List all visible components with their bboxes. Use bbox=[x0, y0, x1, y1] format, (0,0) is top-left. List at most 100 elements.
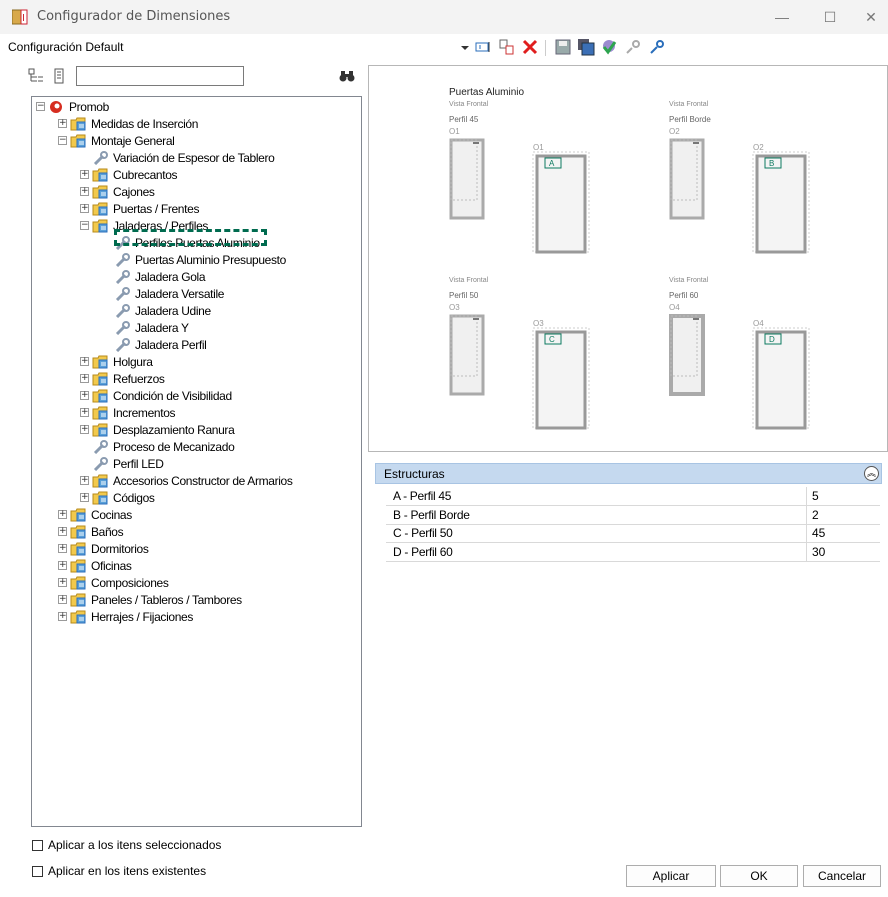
expand-icon[interactable]: + bbox=[58, 561, 67, 570]
apply-button[interactable]: Aplicar bbox=[626, 865, 716, 887]
property-value[interactable]: 2 bbox=[812, 508, 819, 522]
find-binoculars-icon[interactable] bbox=[339, 68, 355, 84]
ok-button[interactable]: OK bbox=[720, 865, 798, 887]
expand-icon[interactable]: + bbox=[58, 544, 67, 553]
tree-item[interactable]: + Incrementos bbox=[80, 404, 176, 421]
connect-icon[interactable] bbox=[648, 38, 666, 56]
disconnect-icon[interactable] bbox=[624, 38, 642, 56]
door-code: O2 bbox=[669, 127, 680, 136]
tree-item[interactable]: + Desplazamiento Ranura bbox=[80, 421, 235, 438]
expand-icon[interactable]: + bbox=[58, 527, 67, 536]
tree-item[interactable]: Jaladera Versatile bbox=[102, 285, 224, 302]
collapse-icon[interactable]: − bbox=[36, 102, 45, 111]
tree-item[interactable]: + Oficinas bbox=[58, 557, 132, 574]
tree-item[interactable]: Jaladera Gola bbox=[102, 268, 206, 285]
tree-item-label: Incrementos bbox=[113, 405, 176, 420]
tree-item[interactable]: Jaladera Perfil bbox=[102, 336, 207, 353]
cancel-button[interactable]: Cancelar bbox=[803, 865, 881, 887]
save-icon[interactable] bbox=[554, 38, 572, 56]
close-window-button[interactable]: ✕ bbox=[856, 6, 886, 28]
expand-icon[interactable]: + bbox=[80, 476, 89, 485]
tree-item[interactable]: + Refuerzos bbox=[80, 370, 165, 387]
tree-item-label: Proceso de Mecanizado bbox=[113, 439, 235, 454]
tree-item[interactable]: − Promob bbox=[36, 98, 109, 115]
folder-icon bbox=[92, 423, 109, 437]
expand-icon[interactable]: + bbox=[58, 595, 67, 604]
expand-icon[interactable]: + bbox=[80, 374, 89, 383]
collapse-icon[interactable]: − bbox=[80, 221, 89, 230]
tree-item[interactable]: + Baños bbox=[58, 523, 124, 540]
property-row[interactable]: D - Perfil 60 30 bbox=[386, 542, 880, 562]
tree-item[interactable]: Puertas Aluminio Presupuesto bbox=[102, 251, 286, 268]
tree-view[interactable]: − Promob + Medidas de Inserción − Montaje Gen… bbox=[31, 96, 362, 827]
wrench-icon bbox=[92, 456, 109, 471]
tree-item[interactable]: + Paneles / Tableros / Tambores bbox=[58, 591, 242, 608]
delete-icon[interactable] bbox=[521, 38, 539, 56]
expand-icon[interactable]: + bbox=[58, 578, 67, 587]
save-all-icon[interactable] bbox=[577, 38, 595, 56]
apply-existing-checkbox[interactable] bbox=[32, 866, 43, 877]
property-row[interactable]: B - Perfil Borde 2 bbox=[386, 505, 880, 525]
tree-item-label: Cajones bbox=[113, 184, 155, 199]
expand-icon[interactable]: + bbox=[80, 425, 89, 434]
tree-item[interactable]: Perfiles Puertas Aluminio bbox=[102, 234, 260, 251]
tree-item[interactable]: + Medidas de Inserción bbox=[58, 115, 198, 132]
expand-icon[interactable]: + bbox=[80, 408, 89, 417]
expand-icon[interactable]: + bbox=[58, 119, 67, 128]
copy-icon[interactable] bbox=[498, 38, 516, 56]
expand-icon[interactable]: + bbox=[80, 493, 89, 502]
expand-icon[interactable]: + bbox=[80, 204, 89, 213]
minimize-button[interactable]: — bbox=[767, 6, 797, 28]
tree-item-label: Jaladera Udine bbox=[135, 303, 211, 318]
structures-section-header[interactable]: Estructuras ︽ bbox=[375, 463, 882, 484]
property-row[interactable]: A - Perfil 45 5 bbox=[386, 487, 880, 506]
property-value[interactable]: 45 bbox=[812, 526, 825, 540]
tree-item[interactable]: − Jaladeras / Perfiles bbox=[80, 217, 208, 234]
column-divider bbox=[806, 542, 807, 561]
tree-item[interactable]: Perfil LED bbox=[80, 455, 164, 472]
tree-item[interactable]: + Cubrecantos bbox=[80, 166, 178, 183]
expand-icon[interactable]: + bbox=[80, 170, 89, 179]
tree-item[interactable]: + Puertas / Frentes bbox=[80, 200, 199, 217]
expand-icon[interactable]: + bbox=[58, 612, 67, 621]
property-row[interactable]: C - Perfil 50 45 bbox=[386, 524, 880, 543]
detail-code: O4 bbox=[753, 319, 764, 328]
tree-item[interactable]: Proceso de Mecanizado bbox=[80, 438, 235, 455]
apply-selected-checkbox[interactable] bbox=[32, 840, 43, 851]
collapse-chevron-icon[interactable]: ︽ bbox=[864, 466, 879, 481]
dropdown-arrow-icon[interactable] bbox=[456, 38, 474, 56]
expand-all-icon[interactable] bbox=[28, 68, 44, 84]
rename-field-icon[interactable] bbox=[474, 38, 492, 56]
maximize-button[interactable]: ☐ bbox=[815, 6, 845, 28]
expand-icon[interactable]: + bbox=[80, 391, 89, 400]
wrench-icon bbox=[114, 303, 131, 318]
tree-item[interactable]: − Montaje General bbox=[58, 132, 175, 149]
tree-item[interactable]: + Accesorios Constructor de Armarios bbox=[80, 472, 293, 489]
tree-item[interactable]: + Holgura bbox=[80, 353, 153, 370]
tree-item[interactable]: + Códigos bbox=[80, 489, 155, 506]
tree-item[interactable]: + Cocinas bbox=[58, 506, 132, 523]
hinge-mark bbox=[473, 142, 479, 144]
expand-icon[interactable]: + bbox=[58, 510, 67, 519]
collapse-icon[interactable]: − bbox=[58, 136, 67, 145]
tree-item[interactable]: + Dormitorios bbox=[58, 540, 149, 557]
detail-profile bbox=[755, 330, 807, 430]
tree-item[interactable]: + Condición de Visibilidad bbox=[80, 387, 232, 404]
tree-item-label: Puertas / Frentes bbox=[113, 201, 200, 216]
tree-item[interactable]: Variación de Espesor de Tablero bbox=[80, 149, 275, 166]
tree-item[interactable]: + Cajones bbox=[80, 183, 155, 200]
expand-icon[interactable]: + bbox=[80, 357, 89, 366]
tree-item[interactable]: + Herrajes / Fijaciones bbox=[58, 608, 193, 625]
marker-letter: C bbox=[549, 335, 555, 344]
tree-search-input[interactable] bbox=[76, 66, 244, 86]
property-value[interactable]: 5 bbox=[812, 489, 819, 503]
tree-item[interactable]: Jaladera Y bbox=[102, 319, 189, 336]
tree-item-label: Composiciones bbox=[91, 575, 169, 590]
apply-check-icon[interactable] bbox=[600, 38, 618, 56]
expand-icon[interactable]: + bbox=[80, 187, 89, 196]
property-value[interactable]: 30 bbox=[812, 545, 825, 559]
tree-item[interactable]: + Composiciones bbox=[58, 574, 169, 591]
collapse-all-icon[interactable] bbox=[52, 68, 68, 84]
wrench-icon bbox=[114, 252, 131, 267]
tree-item[interactable]: Jaladera Udine bbox=[102, 302, 211, 319]
